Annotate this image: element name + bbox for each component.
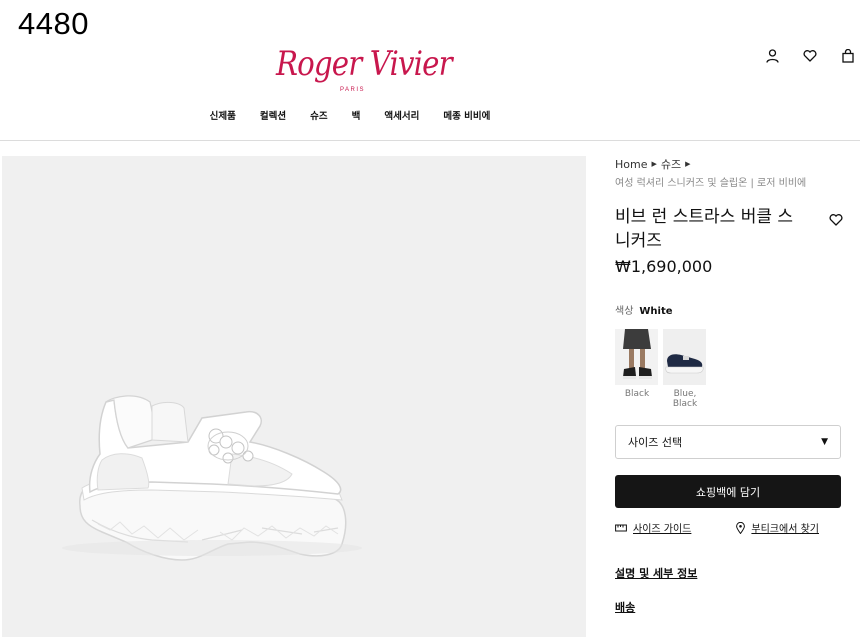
color-swatches: Black Blue, Black (615, 329, 843, 409)
product-utility-links: 사이즈 가이드 부티크에서 찾기 (615, 520, 819, 535)
swatch-black-image (615, 329, 658, 385)
product-price: ₩1,690,000 (615, 257, 713, 276)
color-value: White (639, 306, 673, 317)
main-navigation: 신제품 컬렉션 슈즈 백 액세서리 메종 비비에 (0, 108, 700, 122)
brand-logo[interactable]: Roger Vivier PARIS (276, 44, 453, 96)
ruler-icon (615, 524, 627, 532)
swatch-black-label: Black (624, 389, 650, 399)
brand-logo-sub: PARIS (340, 87, 366, 93)
nav-shoes[interactable]: 슈즈 (310, 108, 327, 122)
color-label: 색상 (615, 306, 634, 317)
product-title: 비브 런 스트라스 버클 스니커즈 (615, 207, 794, 251)
account-icon[interactable] (764, 48, 780, 64)
caret-down-icon: ▼ (821, 437, 828, 447)
size-guide-link[interactable]: 사이즈 가이드 (615, 520, 691, 535)
nav-bags[interactable]: 백 (352, 108, 361, 122)
nav-maison-vivier[interactable]: 메종 비비에 (443, 108, 490, 122)
caret-right-icon: ▶ (651, 160, 657, 168)
size-select[interactable]: 사이즈 선택 ▼ (615, 425, 841, 459)
wishlist-heart-icon[interactable] (802, 48, 818, 64)
sneaker-illustration (62, 395, 362, 561)
shopping-bag-icon[interactable] (840, 48, 856, 64)
color-row: 색상 White (615, 302, 843, 317)
shipping-link[interactable]: 배송 (615, 599, 843, 615)
swatch-blue-black-label: Blue, Black (672, 389, 698, 409)
find-in-store-link[interactable]: 부티크에서 찾기 (736, 520, 819, 535)
breadcrumb-shoes[interactable]: 슈즈 (661, 156, 681, 172)
header-icons (764, 48, 856, 64)
find-in-store-label: 부티크에서 찾기 (751, 524, 819, 535)
details-link[interactable]: 설명 및 세부 정보 (615, 565, 843, 581)
swatch-blue-black-image (663, 329, 706, 385)
page-number-overlay: 4480 (18, 6, 89, 41)
size-select-placeholder: 사이즈 선택 (628, 436, 683, 449)
product-detail-panel: Home ▶ 슈즈 ▶ 여성 럭셔리 스니커즈 및 슬립온 | 로저 비비에 비… (615, 156, 843, 615)
brand-logo-wordmark: Roger Vivier (276, 44, 453, 84)
size-guide-label: 사이즈 가이드 (633, 524, 692, 535)
swatch-black[interactable]: Black (615, 329, 659, 409)
location-pin-icon (736, 521, 746, 534)
caret-right-icon: ▶ (685, 160, 691, 168)
nav-new-arrivals[interactable]: 신제품 (210, 108, 236, 122)
header-divider (0, 140, 860, 141)
product-image[interactable] (2, 156, 586, 637)
add-to-bag-button[interactable]: 쇼핑백에 담기 (615, 475, 841, 508)
nav-collection[interactable]: 컬렉션 (260, 108, 286, 122)
breadcrumb-current: 여성 럭셔리 스니커즈 및 슬립온 | 로저 비비에 (615, 178, 807, 189)
wishlist-heart-icon[interactable] (829, 211, 843, 230)
nav-accessories[interactable]: 액세서리 (384, 108, 419, 122)
product-title-row: 비브 런 스트라스 버클 스니커즈 (615, 205, 843, 253)
breadcrumb: Home ▶ 슈즈 ▶ (615, 156, 843, 172)
swatch-blue-black[interactable]: Blue, Black (663, 329, 707, 409)
breadcrumb-home[interactable]: Home (615, 158, 647, 171)
